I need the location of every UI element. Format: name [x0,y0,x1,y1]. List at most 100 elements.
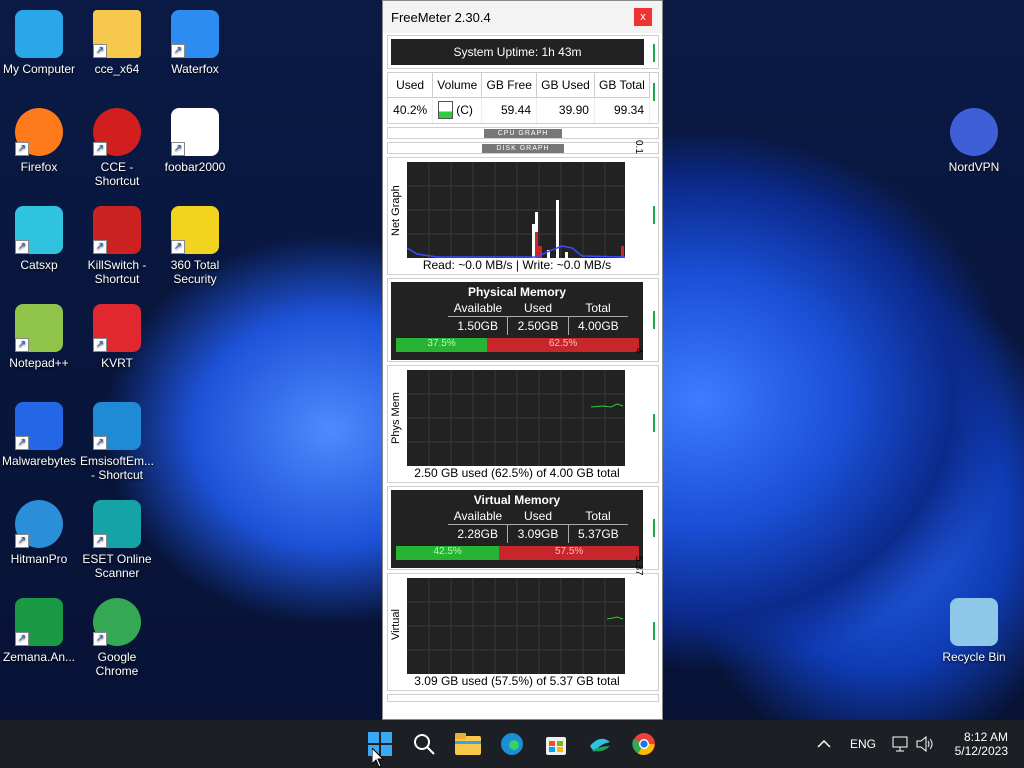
col-used: Used [388,73,434,98]
shortcut-arrow-icon: ↗ [15,142,29,156]
desktop-icon-zemana[interactable]: ↗ Zemana.An... [0,598,78,664]
malwarebytes-icon: ↗ [15,402,63,450]
taskbar: ENG 8:12 AM 5/12/2023 [0,720,1024,768]
chrome-icon[interactable] [630,730,658,758]
clock[interactable]: 8:12 AM 5/12/2023 [946,720,1008,768]
emsisoft-icon: ↗ [93,402,141,450]
virtual-memory-bar: 42.5% 57.5% [396,546,639,560]
virtual-graph [407,578,625,674]
desktop-icon-catsxp[interactable]: ↗ Catsxp [0,206,78,272]
desktop-icon-nordvpn[interactable]: NordVPN [935,108,1013,174]
col-gb-total: GB Total [594,73,651,98]
folder-icon: ↗ [93,10,141,58]
desktop-icon-monitor[interactable]: My Computer [0,10,78,76]
vm-total: 5.37GB [577,527,619,541]
network-icon[interactable] [892,720,910,768]
desktop-icon-label: Catsxp [20,258,58,272]
vm-header-available: Available [448,507,508,525]
net-graph-panel: Net Graph 0.1 Read: ~0.0 MB/s | Write: ~… [387,140,659,275]
vm-used-bar: 57.5% [499,546,639,560]
disk-used-pct: 40.2% [388,97,434,123]
shortcut-arrow-icon: ↗ [93,436,107,450]
shortcut-arrow-icon: ↗ [171,44,185,58]
desktop-icon-label: Firefox [20,160,58,174]
virtual-memory-title: Virtual Memory [473,493,561,507]
desktop-icon-cce[interactable]: ↗ CCE - Shortcut [78,108,156,188]
show-hidden-icons-icon[interactable] [817,720,831,768]
desktop-icon-malwarebytes[interactable]: ↗ Malwarebytes [0,402,78,468]
disk-graph-label: DISK GRAPH [482,143,564,153]
table-row: 40.2% (C) 59.44 39.90 99.34 [388,97,651,123]
waterfox-icon: ↗ [171,10,219,58]
desktop-icon-label: My Computer [2,62,76,76]
desktop-icon-360[interactable]: ↗ 360 Total Security [156,206,234,286]
foobar-icon: ↗ [171,108,219,156]
vm-header-used: Used [508,507,568,525]
shortcut-arrow-icon: ↗ [171,142,185,156]
desktop-icon-folder[interactable]: ↗ cce_x64 [78,10,156,76]
cpu-graph-toggle[interactable]: CPU GRAPH [387,127,659,139]
col-volume: Volume [432,73,483,98]
shortcut-arrow-icon: ↗ [15,534,29,548]
desktop-icon-label: Recycle Bin [942,650,1006,664]
desktop-icon-label: Waterfox [171,62,219,76]
phys-mem-graph-scale: 4 [633,348,644,354]
hitmanpro-icon: ↗ [15,500,63,548]
disk-graph-toggle[interactable]: DISK GRAPH [387,142,659,154]
language-indicator[interactable]: ENG [850,720,876,768]
pm-header-available: Available [448,299,508,317]
desktop-icon-foobar[interactable]: ↗ foobar2000 [156,108,234,174]
physical-memory-panel: Physical Memory Available Used Total 1.5… [387,278,659,362]
killswitch-icon: ↗ [93,206,141,254]
desktop-icon-killswitch[interactable]: ↗ KillSwitch - Shortcut [78,206,156,286]
desktop-icon-hitmanpro[interactable]: ↗ HitmanPro [0,500,78,566]
desktop-icon-recycle-bin[interactable]: Recycle Bin [935,598,1013,664]
desktop-icon-notepad[interactable]: ↗ Notepad++ [0,304,78,370]
net-graph-label: Net Graph [390,185,402,236]
virtual-graph-scale: 5.37 [633,556,644,576]
desktop-icon-waterfox[interactable]: ↗ Waterfox [156,10,234,76]
catsxp-icon: ↗ [15,206,63,254]
desktop-icon-label: NordVPN [948,160,1000,174]
chrome-icon: ↗ [93,598,141,646]
pm-used-bar: 62.5% [487,338,639,352]
pm-total: 4.00GB [577,319,619,333]
desktop-icon-label: HitmanPro [10,552,68,566]
pm-header-used: Used [508,299,568,317]
store-icon[interactable] [542,730,570,758]
cce-icon: ↗ [93,108,141,156]
catsxp-icon[interactable] [586,730,614,758]
desktop-icon-label: Zemana.An... [2,650,76,664]
desktop-icon-chrome[interactable]: ↗ Google Chrome [78,598,156,678]
desktop-icon-firefox[interactable]: ↗ Firefox [0,108,78,174]
desktop-icon-eset[interactable]: ↗ ESET Online Scanner [78,500,156,580]
phys-mem-graph [407,370,625,466]
mouse-cursor-icon [371,746,385,768]
col-gb-used: GB Used [536,73,595,98]
search-icon[interactable] [410,730,438,758]
freemeter-window[interactable]: FreeMeter 2.30.4 x System Uptime: 1h 43m… [382,0,663,720]
desktop-icon-label: EmsisoftEm... - Shortcut [79,454,154,482]
shortcut-arrow-icon: ↗ [15,240,29,254]
close-button[interactable]: x [634,8,652,26]
title-bar[interactable]: FreeMeter 2.30.4 x [383,1,662,33]
file-explorer-icon[interactable] [454,730,482,758]
clock-date: 5/12/2023 [954,744,1008,758]
shortcut-arrow-icon: ↗ [15,632,29,646]
next-panel-edge [387,694,659,702]
shortcut-arrow-icon: ↗ [171,240,185,254]
desktop-icon-label: foobar2000 [164,160,226,174]
shortcut-arrow-icon: ↗ [93,240,107,254]
desktop-icon-label: KVRT [101,356,133,370]
desktop-icon-kvrt[interactable]: ↗ KVRT [78,304,156,370]
edge-icon[interactable] [498,730,526,758]
virtual-memory-panel: Virtual Memory Available Used Total 2.28… [387,486,659,570]
vm-available: 2.28GB [448,525,509,543]
phys-mem-graph-caption: 2.50 GB used (62.5%) of 4.00 GB total [414,466,620,480]
desktop-icon-emsisoft[interactable]: ↗ EmsisoftEm... - Shortcut [78,402,156,482]
vm-available-bar: 42.5% [396,546,500,560]
disk-volume: (C) [456,103,473,118]
nordvpn-icon [950,108,998,156]
clock-time: 8:12 AM [963,730,1008,744]
volume-icon[interactable] [916,720,934,768]
